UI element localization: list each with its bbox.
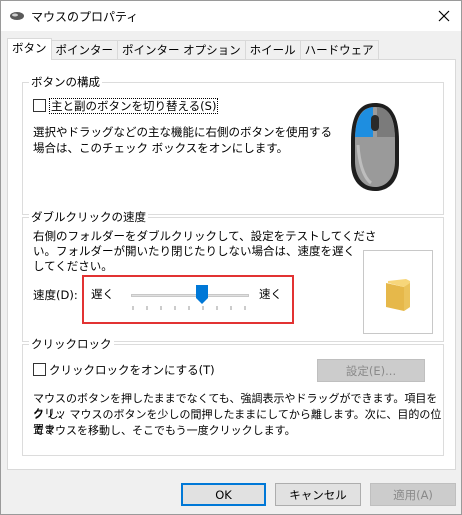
speed-slider-highlight — [82, 275, 294, 324]
ok-button[interactable]: OK — [181, 483, 266, 506]
close-icon — [438, 10, 450, 22]
cancel-button[interactable]: キャンセル — [275, 483, 361, 506]
click-lock-description-3: でマウスを移動し、そこでもう一度クリックします。 — [33, 424, 296, 437]
swap-checkbox-label: 主と副のボタンを切り替える(S) — [49, 98, 219, 114]
tab-hardware[interactable]: ハードウェア — [299, 40, 379, 60]
speed-label: 速度(D): — [33, 288, 78, 302]
tab-strip: ボタン ポインター ポインター オプション ホイール ハードウェア — [7, 38, 379, 60]
swap-checkbox-box[interactable] — [33, 99, 46, 112]
title-bar: マウスのプロパティ — [1, 1, 461, 31]
button-config-group: ボタンの構成 主と副のボタンを切り替える(S) 選択やドラッグなどの主な機能に右… — [22, 75, 444, 215]
double-click-description-2: い。フォルダーが開いたり閉じたりしない場合は、速度を遅く — [33, 244, 355, 258]
tab-pointers[interactable]: ポインター — [50, 40, 118, 60]
button-config-description-2: 場合は、このチェック ボックスをオンにします。 — [33, 141, 289, 155]
button-config-description-1: 選択やドラッグなどの主な機能に右側のボタンを使用する — [33, 125, 332, 139]
mouse-app-icon — [10, 12, 24, 20]
click-lock-group: クリックロック クリックロックをオンにする(T) 設定(E)... マウスのボタ… — [22, 337, 444, 456]
close-button[interactable] — [427, 1, 461, 31]
button-config-title: ボタンの構成 — [29, 75, 102, 89]
tab-pointer-options[interactable]: ポインター オプション — [117, 40, 246, 60]
click-lock-title: クリックロック — [29, 337, 114, 351]
click-lock-settings-button[interactable]: 設定(E)... — [317, 359, 425, 382]
folder-icon[interactable] — [384, 277, 412, 311]
apply-button[interactable]: 適用(A) — [370, 483, 456, 506]
double-click-description-3: してください。 — [33, 259, 113, 273]
swap-buttons-checkbox[interactable]: 主と副のボタンを切り替える(S) — [33, 98, 219, 114]
click-lock-checkbox-label: クリックロックをオンにする(T) — [49, 363, 215, 377]
tab-buttons[interactable]: ボタン — [7, 38, 52, 60]
tab-panel: ボタンの構成 主と副のボタンを切り替える(S) 選択やドラッグなどの主な機能に右… — [7, 59, 456, 470]
click-lock-checkbox[interactable]: クリックロックをオンにする(T) — [33, 363, 215, 378]
click-lock-checkbox-box[interactable] — [33, 363, 46, 376]
mouse-illustration — [351, 103, 399, 191]
window-title: マウスのプロパティ — [31, 10, 139, 24]
test-folder-area[interactable] — [363, 250, 433, 334]
mouse-properties-window: マウスのプロパティ ボタン ポインター ポインター オプション ホイール ハード… — [0, 0, 462, 515]
tab-wheel[interactable]: ホイール — [244, 40, 301, 60]
double-click-description-1: 右側のフォルダーをダブルクリックして、設定をテストしてくださ — [33, 229, 377, 243]
double-click-title: ダブルクリックの速度 — [29, 210, 148, 224]
